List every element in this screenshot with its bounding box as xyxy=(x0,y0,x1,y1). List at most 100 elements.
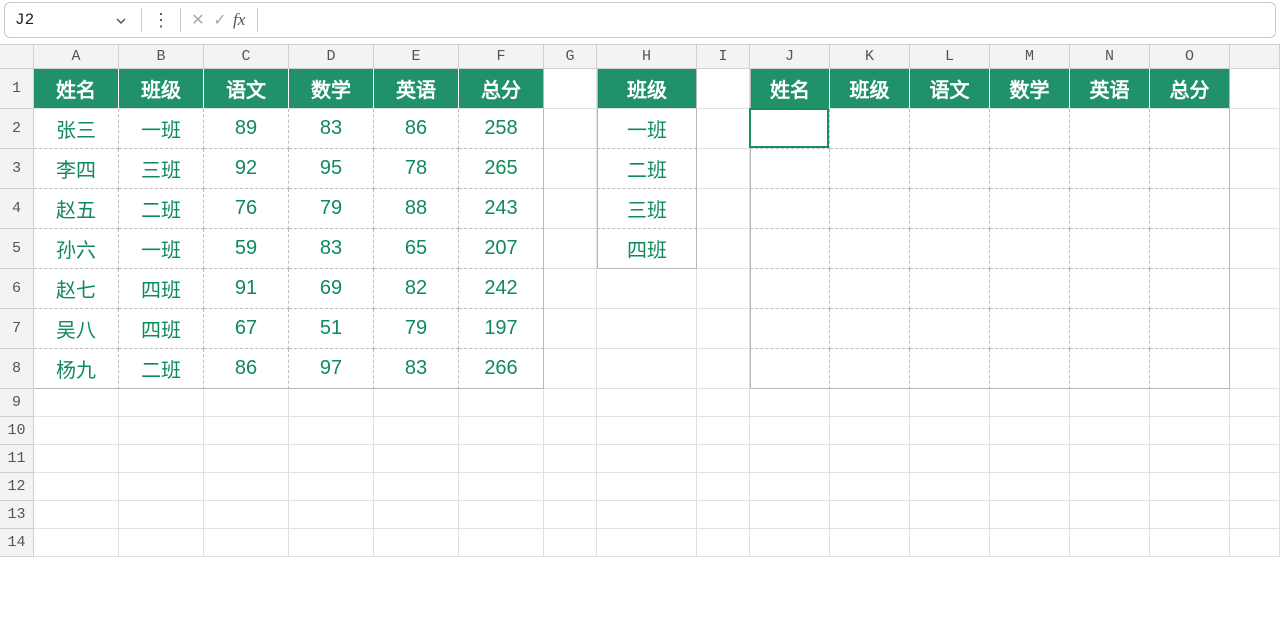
row-header-6[interactable]: 6 xyxy=(0,269,34,309)
col-header-H[interactable]: H xyxy=(597,45,697,69)
cell-J7[interactable] xyxy=(750,309,830,349)
cell-F5[interactable]: 207 xyxy=(459,229,544,269)
cell-K9[interactable] xyxy=(830,389,910,417)
cell-F13[interactable] xyxy=(459,501,544,529)
cell-N4[interactable] xyxy=(1070,189,1150,229)
cell-H9[interactable] xyxy=(597,389,697,417)
cell-I11[interactable] xyxy=(697,445,750,473)
cell-D1[interactable]: 数学 xyxy=(289,69,374,109)
cell-D7[interactable]: 51 xyxy=(289,309,374,349)
row-header-7[interactable]: 7 xyxy=(0,309,34,349)
cell-L3[interactable] xyxy=(910,149,990,189)
cell-E1[interactable]: 英语 xyxy=(374,69,459,109)
cell-M2[interactable] xyxy=(990,109,1070,149)
cell-G14[interactable] xyxy=(544,529,597,557)
cell-D11[interactable] xyxy=(289,445,374,473)
cell-G6[interactable] xyxy=(544,269,597,309)
cell-C5[interactable]: 59 xyxy=(204,229,289,269)
cell-J12[interactable] xyxy=(750,473,830,501)
cell-B2[interactable]: 一班 xyxy=(119,109,204,149)
row-header-4[interactable]: 4 xyxy=(0,189,34,229)
row-header-13[interactable]: 13 xyxy=(0,501,34,529)
row-header-8[interactable]: 8 xyxy=(0,349,34,389)
cell-F2[interactable]: 258 xyxy=(459,109,544,149)
cell-D2[interactable]: 83 xyxy=(289,109,374,149)
cell-I14[interactable] xyxy=(697,529,750,557)
cell-B13[interactable] xyxy=(119,501,204,529)
cell-O10[interactable] xyxy=(1150,417,1230,445)
chevron-down-icon[interactable] xyxy=(115,14,127,32)
spreadsheet-grid[interactable]: ABCDEFGHIJKLMNO 1姓名班级语文数学英语总分班级姓名班级语文数学英… xyxy=(0,44,1280,621)
cell-N10[interactable] xyxy=(1070,417,1150,445)
cell-H5[interactable]: 四班 xyxy=(597,229,697,269)
cell-K10[interactable] xyxy=(830,417,910,445)
cell-K7[interactable] xyxy=(830,309,910,349)
cell-C13[interactable] xyxy=(204,501,289,529)
cell-M11[interactable] xyxy=(990,445,1070,473)
cell-D9[interactable] xyxy=(289,389,374,417)
cell-C14[interactable] xyxy=(204,529,289,557)
col-header-C[interactable]: C xyxy=(204,45,289,69)
cell-G1[interactable] xyxy=(544,69,597,109)
cell-A2[interactable]: 张三 xyxy=(34,109,119,149)
cell-J8[interactable] xyxy=(750,349,830,389)
cell-J11[interactable] xyxy=(750,445,830,473)
col-header-O[interactable]: O xyxy=(1150,45,1230,69)
cell-H3[interactable]: 二班 xyxy=(597,149,697,189)
cell-B4[interactable]: 二班 xyxy=(119,189,204,229)
cell-D14[interactable] xyxy=(289,529,374,557)
cell-A13[interactable] xyxy=(34,501,119,529)
cell-H10[interactable] xyxy=(597,417,697,445)
cell-I8[interactable] xyxy=(697,349,750,389)
cell-A10[interactable] xyxy=(34,417,119,445)
cell-H13[interactable] xyxy=(597,501,697,529)
cell-I4[interactable] xyxy=(697,189,750,229)
cell-J6[interactable] xyxy=(750,269,830,309)
cell-B1[interactable]: 班级 xyxy=(119,69,204,109)
cell-N7[interactable] xyxy=(1070,309,1150,349)
cell-O6[interactable] xyxy=(1150,269,1230,309)
cell-J13[interactable] xyxy=(750,501,830,529)
cell-M9[interactable] xyxy=(990,389,1070,417)
cell-I3[interactable] xyxy=(697,149,750,189)
cell-G8[interactable] xyxy=(544,349,597,389)
cell-D8[interactable]: 97 xyxy=(289,349,374,389)
cell-A8[interactable]: 杨九 xyxy=(34,349,119,389)
cell-B7[interactable]: 四班 xyxy=(119,309,204,349)
cell-O9[interactable] xyxy=(1150,389,1230,417)
cell-B3[interactable]: 三班 xyxy=(119,149,204,189)
cell-J9[interactable] xyxy=(750,389,830,417)
cell-N3[interactable] xyxy=(1070,149,1150,189)
cell-E5[interactable]: 65 xyxy=(374,229,459,269)
select-all-corner[interactable] xyxy=(0,45,34,69)
cell-J14[interactable] xyxy=(750,529,830,557)
cell-A5[interactable]: 孙六 xyxy=(34,229,119,269)
cell-G12[interactable] xyxy=(544,473,597,501)
cell-E2[interactable]: 86 xyxy=(374,109,459,149)
cell-F7[interactable]: 197 xyxy=(459,309,544,349)
col-header-I[interactable]: I xyxy=(697,45,750,69)
cell-G3[interactable] xyxy=(544,149,597,189)
cell-C3[interactable]: 92 xyxy=(204,149,289,189)
formula-input[interactable] xyxy=(264,6,1275,34)
cell-I7[interactable] xyxy=(697,309,750,349)
cell-C2[interactable]: 89 xyxy=(204,109,289,149)
cell-C1[interactable]: 语文 xyxy=(204,69,289,109)
cell-F8[interactable]: 266 xyxy=(459,349,544,389)
cell-J3[interactable] xyxy=(750,149,830,189)
cell-B12[interactable] xyxy=(119,473,204,501)
cell-N5[interactable] xyxy=(1070,229,1150,269)
cell-N11[interactable] xyxy=(1070,445,1150,473)
row-header-5[interactable]: 5 xyxy=(0,229,34,269)
cell-A14[interactable] xyxy=(34,529,119,557)
col-header-K[interactable]: K xyxy=(830,45,910,69)
cell-E12[interactable] xyxy=(374,473,459,501)
cell-F4[interactable]: 243 xyxy=(459,189,544,229)
cell-F10[interactable] xyxy=(459,417,544,445)
col-header-G[interactable]: G xyxy=(544,45,597,69)
cell-I10[interactable] xyxy=(697,417,750,445)
col-header-D[interactable]: D xyxy=(289,45,374,69)
cell-M10[interactable] xyxy=(990,417,1070,445)
cell-J2[interactable] xyxy=(750,109,830,149)
cell-K2[interactable] xyxy=(830,109,910,149)
